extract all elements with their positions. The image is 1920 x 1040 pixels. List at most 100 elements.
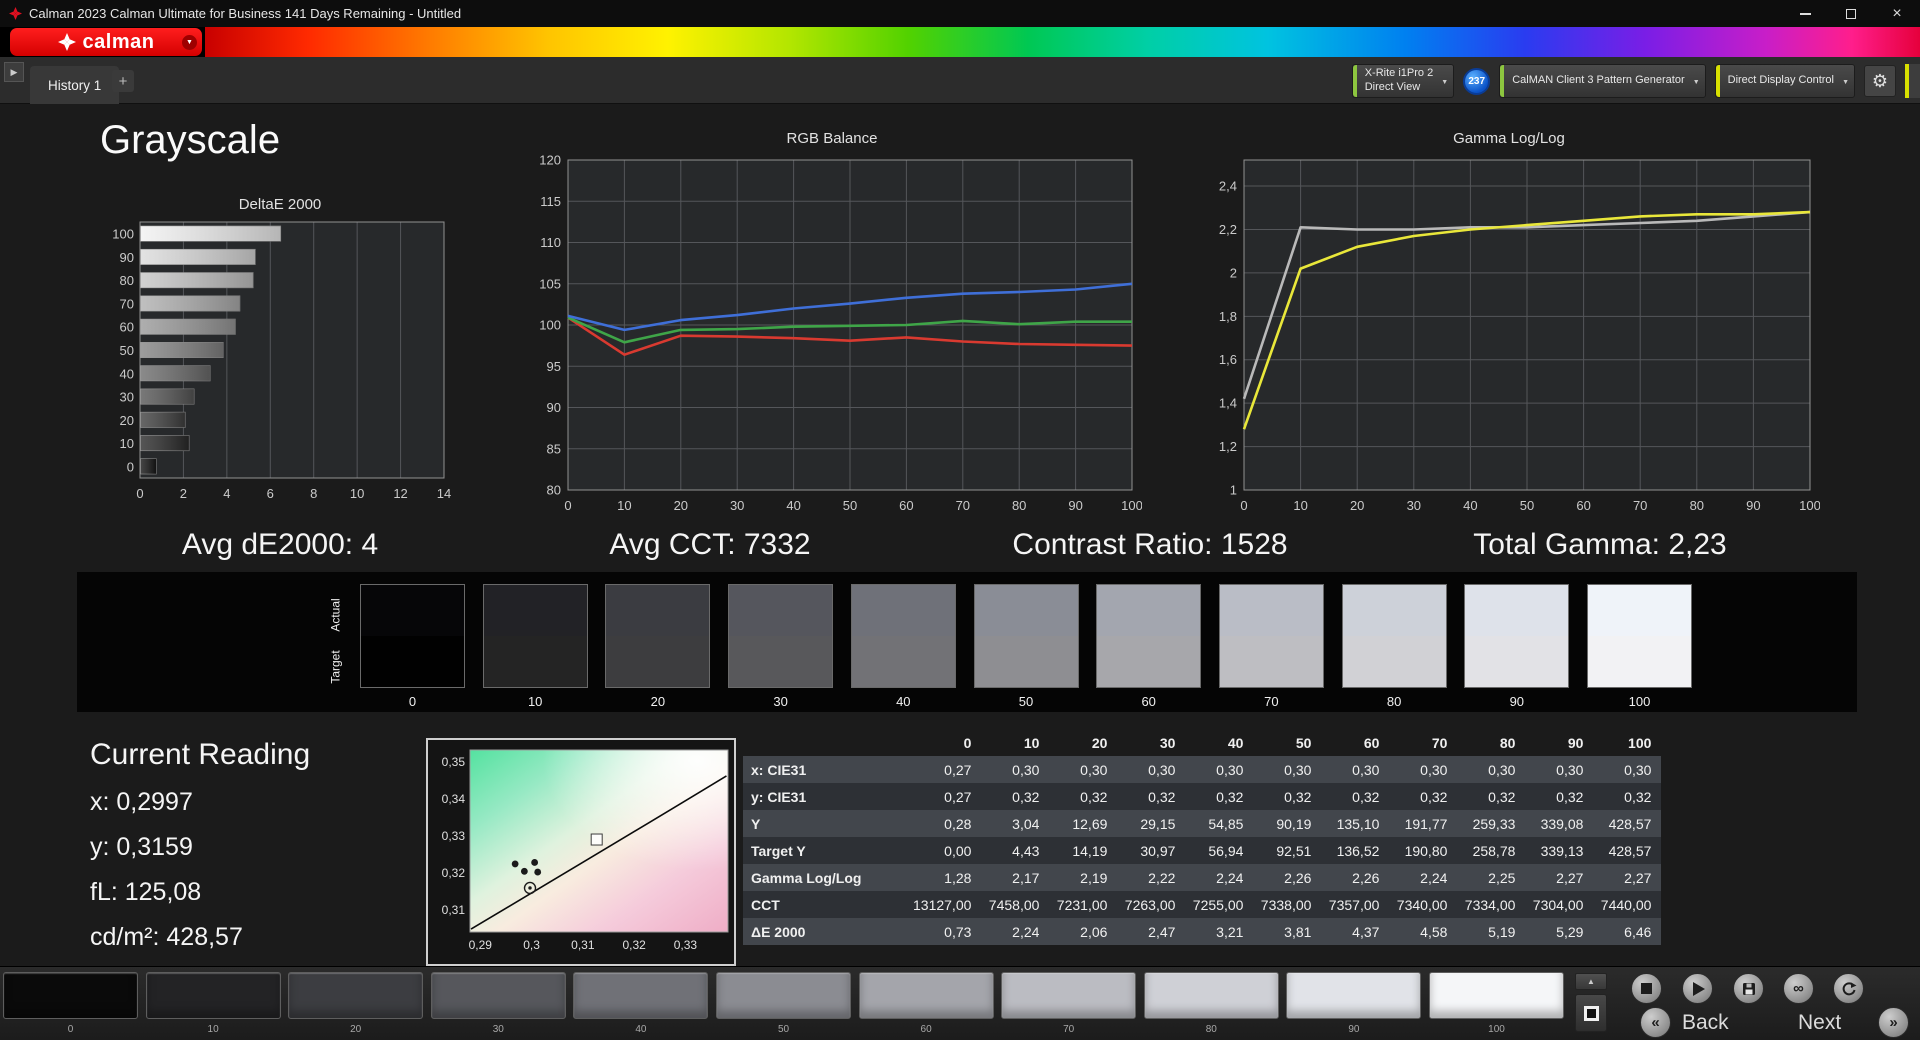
- settings-button[interactable]: ⚙: [1864, 65, 1896, 97]
- table-cell: 0,73: [944, 923, 972, 940]
- table-cell: 2,25: [1488, 869, 1516, 886]
- column-header-90: 90: [1525, 729, 1594, 756]
- y-tick-label: 95: [547, 359, 561, 374]
- expand-panel-button[interactable]: ▲: [1575, 973, 1607, 990]
- patch-button-100[interactable]: [1429, 972, 1564, 1019]
- y-tick-label: 90: [120, 250, 134, 265]
- play-button[interactable]: [1682, 973, 1713, 1004]
- column-header-10: 10: [981, 729, 1050, 756]
- add-tab-button[interactable]: +: [112, 70, 134, 92]
- x-tick-label: 70: [1633, 498, 1647, 513]
- grayscale-swatch-60: [1096, 584, 1202, 688]
- x-tick-label: 20: [674, 498, 688, 513]
- target-row-label: Target: [328, 650, 343, 684]
- patch-button-50[interactable]: [716, 972, 851, 1019]
- table-cell: 2,26: [1284, 869, 1312, 886]
- y-tick-label: 40: [120, 366, 134, 381]
- patch-button-70[interactable]: [1001, 972, 1137, 1019]
- minimize-icon: [1799, 12, 1811, 15]
- swatch-actual: [606, 585, 710, 636]
- patch-level-label: 40: [635, 1024, 647, 1035]
- table-row: x: CIE31 0,27 0,30 0,30 0,30 0,30 0,30 0,30 0,30…: [743, 756, 1662, 783]
- y-tick-label: 1,6: [1219, 352, 1237, 367]
- table-cell: 4,37: [1352, 923, 1380, 940]
- meter-selector-button[interactable]: X-Rite i1Pro 2 Direct View ▼: [1351, 64, 1455, 98]
- measurement-table: 0 10 20 30 40 50 60 70 80 90 100 x: CIE31 0,27 0,30 0,…: [743, 729, 1662, 945]
- next-label[interactable]: Next: [1798, 1011, 1841, 1035]
- table-cell: 2,06: [1080, 923, 1108, 940]
- current-reading-panel: Current Reading x: 0,2997 y: 0,3159 fL: …: [90, 738, 310, 952]
- logo-menu-caret[interactable]: ▼: [182, 35, 197, 50]
- workflow-collapse-handle[interactable]: ▶: [4, 62, 24, 82]
- row-label: Y: [751, 815, 761, 832]
- patch-button-80[interactable]: [1143, 972, 1279, 1019]
- stop-button[interactable]: [1631, 973, 1662, 1004]
- stat-contrast-ratio: Contrast Ratio: 1528: [1012, 528, 1288, 561]
- y-tick-label: 100: [539, 318, 561, 333]
- pattern-generator-button[interactable]: CalMAN Client 3 Pattern Generator ▼: [1499, 64, 1706, 98]
- back-button[interactable]: «: [1640, 1007, 1671, 1038]
- patch-button-30[interactable]: [430, 972, 566, 1019]
- patch-button-60[interactable]: [858, 972, 994, 1019]
- swatch-level-label: 100: [1628, 694, 1651, 709]
- swatch-target: [483, 636, 587, 687]
- table-cell: 1,28: [944, 869, 972, 886]
- table-cell: 3,81: [1284, 923, 1312, 940]
- swatch-target: [851, 636, 955, 687]
- swatch-target: [1219, 636, 1323, 687]
- pattern-window-button[interactable]: [1575, 994, 1607, 1032]
- maximize-icon: [1846, 8, 1856, 19]
- patch-button-10[interactable]: [145, 972, 281, 1019]
- close-button[interactable]: ×: [1874, 0, 1920, 27]
- y-tick-label: 2,2: [1219, 222, 1237, 237]
- table-cell: 4,43: [1012, 842, 1040, 859]
- measurement-point: [511, 860, 519, 868]
- patch-button-40[interactable]: [573, 972, 709, 1019]
- table-row: Gamma Log/Log 1,28 2,17 2,19 2,22 2,24 2,26 2,2…: [743, 864, 1662, 891]
- next-button[interactable]: »: [1878, 1007, 1909, 1038]
- patch-button-20[interactable]: [288, 972, 424, 1019]
- tab-history-1[interactable]: History 1: [30, 66, 120, 104]
- back-label[interactable]: Back: [1682, 1011, 1729, 1035]
- save-button[interactable]: [1733, 973, 1764, 1004]
- calman-logo[interactable]: calman ▼: [10, 28, 202, 56]
- table-row: ΔE 2000 0,73 2,24 2,06 2,47 3,21 3,81 4,37 4,58 5…: [743, 918, 1662, 945]
- swatch-level-label: 40: [896, 694, 911, 709]
- swatch-actual: [729, 585, 833, 636]
- y-tick-label: 115: [540, 194, 561, 209]
- table-corner-cell: [743, 729, 913, 756]
- table-cell: 2,26: [1352, 869, 1380, 886]
- meter-count-badge[interactable]: 237: [1463, 67, 1491, 95]
- table-row: CCT 13127,00 7458,00 7231,00 7263,00 7255,00 7…: [743, 891, 1662, 918]
- tab-label: History 1: [48, 77, 102, 93]
- clipped-toolbar-button[interactable]: [1905, 64, 1920, 98]
- refresh-button[interactable]: [1833, 973, 1864, 1004]
- table-cell: 56,94: [1208, 842, 1244, 859]
- deltae-chart-title: DeltaE 2000: [238, 196, 322, 213]
- table-cell: 7338,00: [1260, 896, 1312, 913]
- patch-button-90[interactable]: [1286, 972, 1422, 1019]
- x-tick-label: 20: [1350, 498, 1364, 513]
- x-tick-label: 100: [1121, 498, 1142, 513]
- column-header-0: 0: [913, 729, 982, 756]
- swatch-actual: [851, 585, 955, 636]
- measurement-point: [520, 867, 528, 875]
- maximize-button[interactable]: [1828, 0, 1874, 27]
- current-reading-title: Current Reading: [90, 738, 311, 771]
- x-tick-label: 0: [136, 486, 143, 501]
- table-cell: 2,19: [1080, 869, 1108, 886]
- y-tick-label: 0: [127, 459, 134, 474]
- stop-icon: [1641, 983, 1652, 994]
- table-cell: 191,77: [1404, 815, 1448, 832]
- swatch-target: [1465, 636, 1569, 687]
- link-button[interactable]: ∞: [1783, 973, 1814, 1004]
- display-control-button[interactable]: Direct Display Control ▼: [1714, 64, 1855, 98]
- minimize-button[interactable]: [1782, 0, 1828, 27]
- pattern-generator-label: CalMAN Client 3 Pattern Generator: [1512, 74, 1685, 87]
- y-tick-label: 80: [120, 273, 134, 288]
- swatch-actual: [361, 585, 464, 636]
- table-cell: 2,24: [1012, 923, 1040, 940]
- current-reading-cdm2: cd/m²: 428,57: [90, 923, 243, 951]
- table-cell: 7340,00: [1396, 896, 1448, 913]
- patch-button-0[interactable]: [3, 972, 138, 1019]
